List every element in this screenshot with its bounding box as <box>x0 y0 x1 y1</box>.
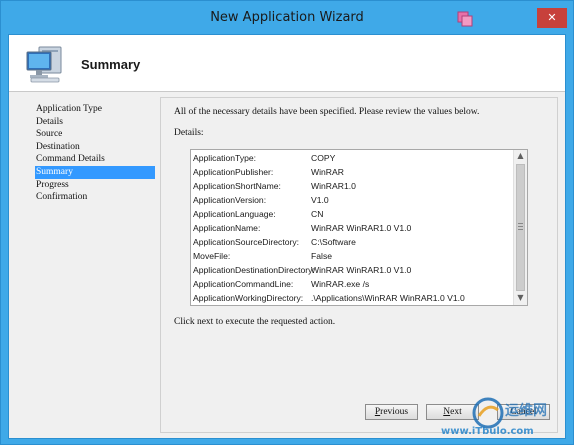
detail-key: MoveFile: <box>193 251 231 261</box>
detail-key: ApplicationPublisher: <box>193 167 274 177</box>
detail-value: C:\Software <box>311 237 356 247</box>
detail-value: WinRAR1.0 <box>311 181 356 191</box>
next-label: ext <box>450 407 462 417</box>
details-label: Details: <box>174 128 204 138</box>
details-scrollbar[interactable]: ▲ ▼ <box>513 150 527 305</box>
window-title: New Application Wizard <box>210 10 364 25</box>
scroll-down-arrow-icon[interactable]: ▼ <box>514 292 527 304</box>
previous-button[interactable]: Previous <box>365 404 418 420</box>
detail-value: WinRAR WinRAR1.0 V1.0 <box>311 265 412 275</box>
wizard-header: Summary <box>9 35 565 92</box>
watermark-url: www.iTbulo.com <box>441 426 534 437</box>
summary-panel: All of the necessary details have been s… <box>160 97 558 433</box>
detail-row[interactable]: ApplicationDestinationDirectory: WinRAR W… <box>193 263 513 277</box>
watermark-logo-icon <box>472 397 504 429</box>
detail-value: V1.0 <box>311 195 329 205</box>
nav-step-confirmation[interactable]: Confirmation <box>35 191 155 204</box>
detail-value: WinRAR WinRAR1.0 V1.0 <box>311 223 412 233</box>
title-bar[interactable]: New Application Wizard ✕ <box>1 1 573 34</box>
detail-value: CN <box>311 209 324 219</box>
detail-value: .\Applications\WinRAR WinRAR1.0 V1.0 <box>311 293 465 303</box>
watermark-text: 运维网 <box>505 403 547 419</box>
detail-key: ApplicationType: <box>193 153 257 163</box>
nav-step-destination[interactable]: Destination <box>35 141 155 154</box>
detail-key: ApplicationWorkingDirectory: <box>193 293 304 303</box>
detail-value: False <box>311 251 333 261</box>
detail-row[interactable]: ApplicationCommandLine: WinRAR.exe /s <box>193 277 513 291</box>
nav-step-progress[interactable]: Progress <box>35 179 155 192</box>
detail-key: ApplicationCommandLine: <box>193 279 294 289</box>
nav-step-application-type[interactable]: Application Type <box>35 103 155 116</box>
detail-row[interactable]: MoveFile: False <box>193 249 513 263</box>
wizard-window: New Application Wizard ✕ Summary Applica… <box>0 0 574 445</box>
detail-key: ApplicationSourceDirectory: <box>193 237 300 247</box>
details-rows: ApplicationType: COPY ApplicationPublishe… <box>191 150 513 305</box>
nav-step-source[interactable]: Source <box>35 128 155 141</box>
grip-icon <box>518 223 523 230</box>
wizard-steps-nav: Application Type Details Source Destinat… <box>35 103 155 204</box>
detail-value: COPY <box>311 153 336 163</box>
close-button[interactable]: ✕ <box>537 8 567 28</box>
detail-row[interactable]: ApplicationPublisher: WinRAR <box>193 165 513 179</box>
intro-text: All of the necessary details have been s… <box>174 107 480 117</box>
details-listbox[interactable]: ApplicationType: COPY ApplicationPublishe… <box>190 149 528 306</box>
detail-row[interactable]: ApplicationLanguage: CN <box>193 207 513 221</box>
detail-value: WinRAR <box>311 167 344 177</box>
detail-row[interactable]: ApplicationSourceDirectory: C:\Software <box>193 235 513 249</box>
next-hint-text: Click next to execute the requested acti… <box>174 317 336 327</box>
detail-value: WinRAR.exe /s <box>311 279 370 289</box>
detail-row[interactable]: ApplicationName: WinRAR WinRAR1.0 V1.0 <box>193 221 513 235</box>
detail-key: ApplicationLanguage: <box>193 209 276 219</box>
detail-row[interactable]: ApplicationWorkingDirectory: .\Applicatio… <box>193 291 513 305</box>
computer-icon <box>26 46 62 83</box>
scroll-up-arrow-icon[interactable]: ▲ <box>514 150 527 162</box>
detail-key: ApplicationDestinationDirectory: <box>193 265 315 275</box>
detail-row[interactable]: ApplicationType: COPY <box>193 151 513 165</box>
detail-row[interactable]: ApplicationShortName: WinRAR1.0 <box>193 179 513 193</box>
nav-step-summary[interactable]: Summary <box>35 165 155 179</box>
page-title: Summary <box>81 57 141 72</box>
detail-key: ApplicationName: <box>193 223 261 233</box>
nav-step-details[interactable]: Details <box>35 116 155 129</box>
detail-key: ApplicationVersion: <box>193 195 267 205</box>
wizard-client-area: Summary Application Type Details Source … <box>8 34 566 439</box>
nav-step-command-details[interactable]: Command Details <box>35 153 155 166</box>
scrollbar-thumb[interactable] <box>516 164 525 291</box>
detail-row[interactable]: ApplicationVersion: V1.0 <box>193 193 513 207</box>
detail-key: ApplicationShortName: <box>193 181 281 191</box>
app-stack-icon <box>457 11 473 27</box>
previous-label: revious <box>380 407 409 417</box>
